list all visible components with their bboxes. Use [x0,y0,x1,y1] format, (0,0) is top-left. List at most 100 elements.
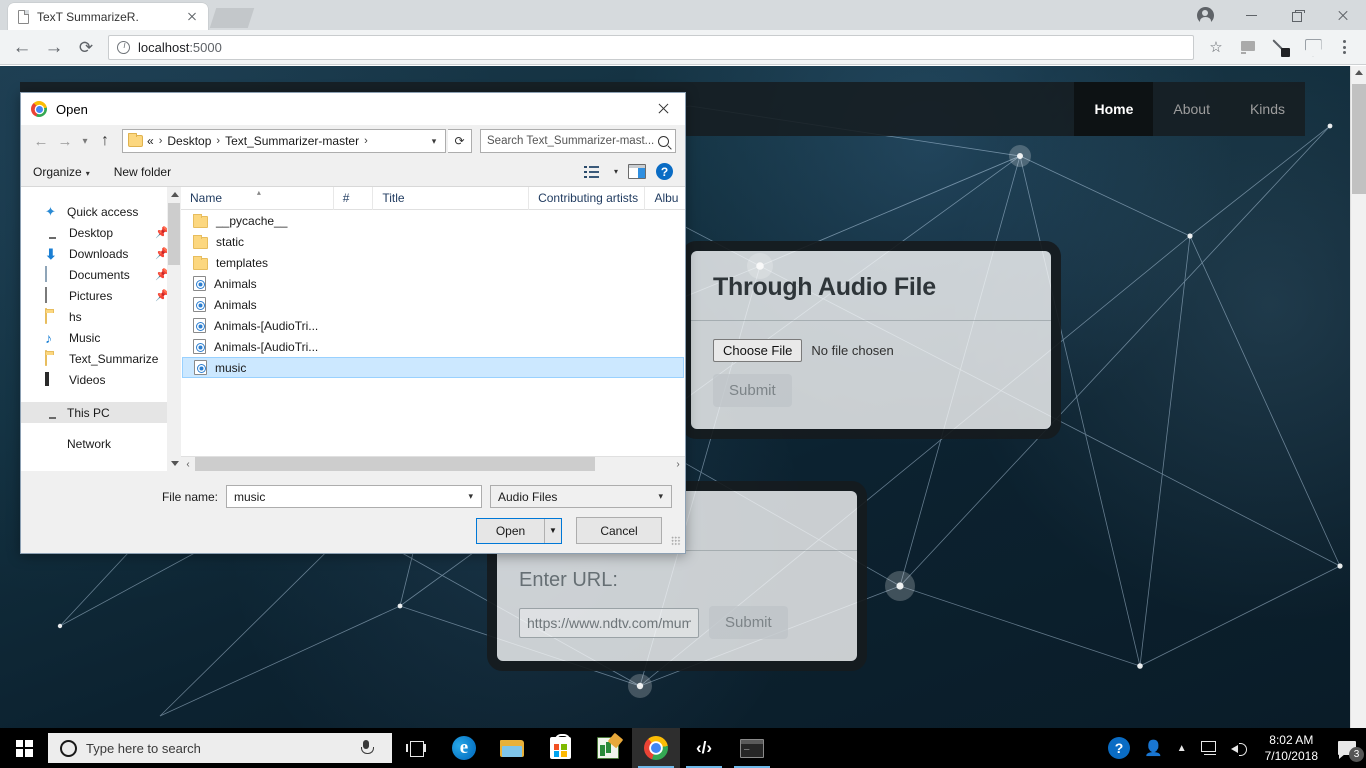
preview-pane-icon[interactable] [628,164,646,179]
scroll-up-arrow-icon[interactable] [1355,70,1363,75]
forward-button[interactable]: → [40,33,68,61]
taskbar-app-code-editor[interactable]: ‹/› [680,728,728,768]
eyedropper-extension-button[interactable] [1266,33,1294,61]
dialog-search-box[interactable]: Search Text_Summarizer-mast... [480,129,676,153]
taskbar-app-microsoft-edge[interactable]: e [440,728,488,768]
sidebar-item-documents[interactable]: Documents 📌 [21,264,181,285]
open-button[interactable]: Open [477,518,545,543]
close-icon[interactable] [184,9,200,25]
sidebar-item-text-summarize[interactable]: Text_Summarize [21,348,181,369]
file-list-item[interactable]: Animals-[AudioTri... [181,336,685,357]
help-icon[interactable]: ? [656,163,673,180]
dialog-close-button[interactable] [641,93,685,125]
sidebar-item-this-pc[interactable]: This PC [21,402,181,423]
nav-item-home[interactable]: Home [1074,82,1154,136]
dialog-back-button[interactable]: ← [30,129,52,153]
scroll-left-arrow-icon[interactable]: ‹ [181,459,195,470]
taskbar-app-command-prompt[interactable] [728,728,776,768]
info-icon[interactable] [117,40,131,54]
file-name-input[interactable]: music ▾ [226,485,482,508]
chevron-down-icon[interactable]: ▾ [464,491,477,502]
file-list-item[interactable]: Animals [181,273,685,294]
breadcrumb-item-project[interactable]: Text_Summarizer-master [225,134,359,148]
chrome-menu-button[interactable] [1330,33,1358,61]
tray-network-button[interactable] [1194,728,1224,768]
column-header-track[interactable]: # [334,186,374,210]
refresh-button[interactable]: ⟳ [448,129,472,153]
file-list-item[interactable]: __pycache__ [181,210,685,231]
file-list-horizontal-scrollbar[interactable]: ‹ › [181,456,685,472]
file-list[interactable]: __pycache__ static templates Animals Ani… [181,210,685,456]
scroll-right-arrow-icon[interactable]: › [671,459,685,470]
scrollbar-track[interactable] [195,456,671,472]
scroll-down-arrow-icon[interactable] [171,461,179,466]
start-button[interactable] [0,728,48,768]
resize-grip-icon[interactable] [671,536,681,546]
open-dropdown-button[interactable]: ▼ [545,518,561,543]
sidebar-scrollbar[interactable] [167,187,181,471]
tray-help-button[interactable]: ? [1101,728,1137,768]
scroll-up-arrow-icon[interactable] [171,192,179,197]
scrollbar-thumb[interactable] [1352,84,1366,194]
scrollbar-thumb[interactable] [195,456,595,472]
file-type-select[interactable]: Audio Files ▾ [490,485,672,508]
shield-extension-button[interactable] [1298,33,1326,61]
browser-tab[interactable]: TexT SummarizeR. [8,3,208,30]
chevron-down-icon[interactable]: ▾ [654,491,667,502]
sidebar-item-hs[interactable]: hs [21,306,181,327]
file-list-item[interactable]: templates [181,252,685,273]
sidebar-item-videos[interactable]: Videos [21,369,181,390]
breadcrumb-item-desktop[interactable]: Desktop [167,134,211,148]
breadcrumb-overflow[interactable]: « [147,134,154,148]
dialog-up-button[interactable]: ↑ [94,129,116,153]
page-scrollbar[interactable] [1350,66,1366,728]
close-window-button[interactable] [1320,0,1366,30]
reload-button[interactable]: ⟳ [72,33,100,61]
sidebar-item-quick-access[interactable]: ✦ Quick access [21,201,181,222]
column-header-name[interactable]: ▴ Name [181,186,334,210]
sidebar-item-music[interactable]: ♪ Music [21,327,181,348]
bookmark-button[interactable]: ☆ [1202,33,1230,61]
sidebar-item-pictures[interactable]: Pictures 📌 [21,285,181,306]
new-folder-button[interactable]: New folder [114,165,171,179]
column-header-artists[interactable]: Contributing artists [529,186,646,210]
cast-button[interactable] [1234,33,1262,61]
recent-locations-button[interactable]: ▾ [78,129,92,153]
address-bar[interactable]: localhost:5000 [108,34,1194,60]
url-submit-button[interactable]: Submit [709,606,788,639]
dialog-forward-button[interactable]: → [54,129,76,153]
nav-item-kinds[interactable]: Kinds [1230,82,1305,136]
column-header-title[interactable]: Title [373,186,530,210]
sidebar-item-downloads[interactable]: ⬇ Downloads 📌 [21,243,181,264]
dialog-titlebar[interactable]: Open [21,93,685,125]
chevron-down-icon[interactable]: ▾ [425,136,443,147]
url-input[interactable] [519,607,699,638]
profile-button[interactable] [1182,0,1228,30]
action-center-button[interactable]: 3 [1328,728,1366,768]
scrollbar-thumb[interactable] [168,203,180,265]
tray-volume-button[interactable] [1224,728,1255,768]
organize-button[interactable]: Organize ▾ [33,165,90,179]
taskbar-app-sticky-notes[interactable] [584,728,632,768]
tray-show-hidden-button[interactable]: ▲ [1170,728,1194,768]
taskbar-task-view-button[interactable] [392,728,440,768]
file-list-item-selected[interactable]: music [182,357,684,378]
sidebar-item-network[interactable]: Network [21,433,181,454]
file-list-item[interactable]: Animals-[AudioTri... [181,315,685,336]
taskbar-app-google-chrome[interactable] [632,728,680,768]
audio-submit-button[interactable]: Submit [713,374,792,407]
sidebar-item-desktop[interactable]: Desktop 📌 [21,222,181,243]
taskbar-app-microsoft-store[interactable] [536,728,584,768]
new-tab-button[interactable] [209,8,255,28]
taskbar-search-box[interactable]: Type here to search [48,733,392,763]
minimize-button[interactable] [1228,0,1274,30]
taskbar-app-file-explorer[interactable] [488,728,536,768]
choose-file-button[interactable]: Choose File [713,339,803,362]
cancel-button[interactable]: Cancel [576,517,662,544]
file-list-item[interactable]: static [181,231,685,252]
taskbar-clock[interactable]: 8:02 AM 7/10/2018 [1255,728,1328,768]
tray-people-button[interactable]: 👤 [1137,728,1170,768]
nav-item-about[interactable]: About [1153,82,1230,136]
breadcrumb[interactable]: « › Desktop › Text_Summarizer-master › ▾ [122,129,446,153]
view-options-icon[interactable] [583,165,600,179]
